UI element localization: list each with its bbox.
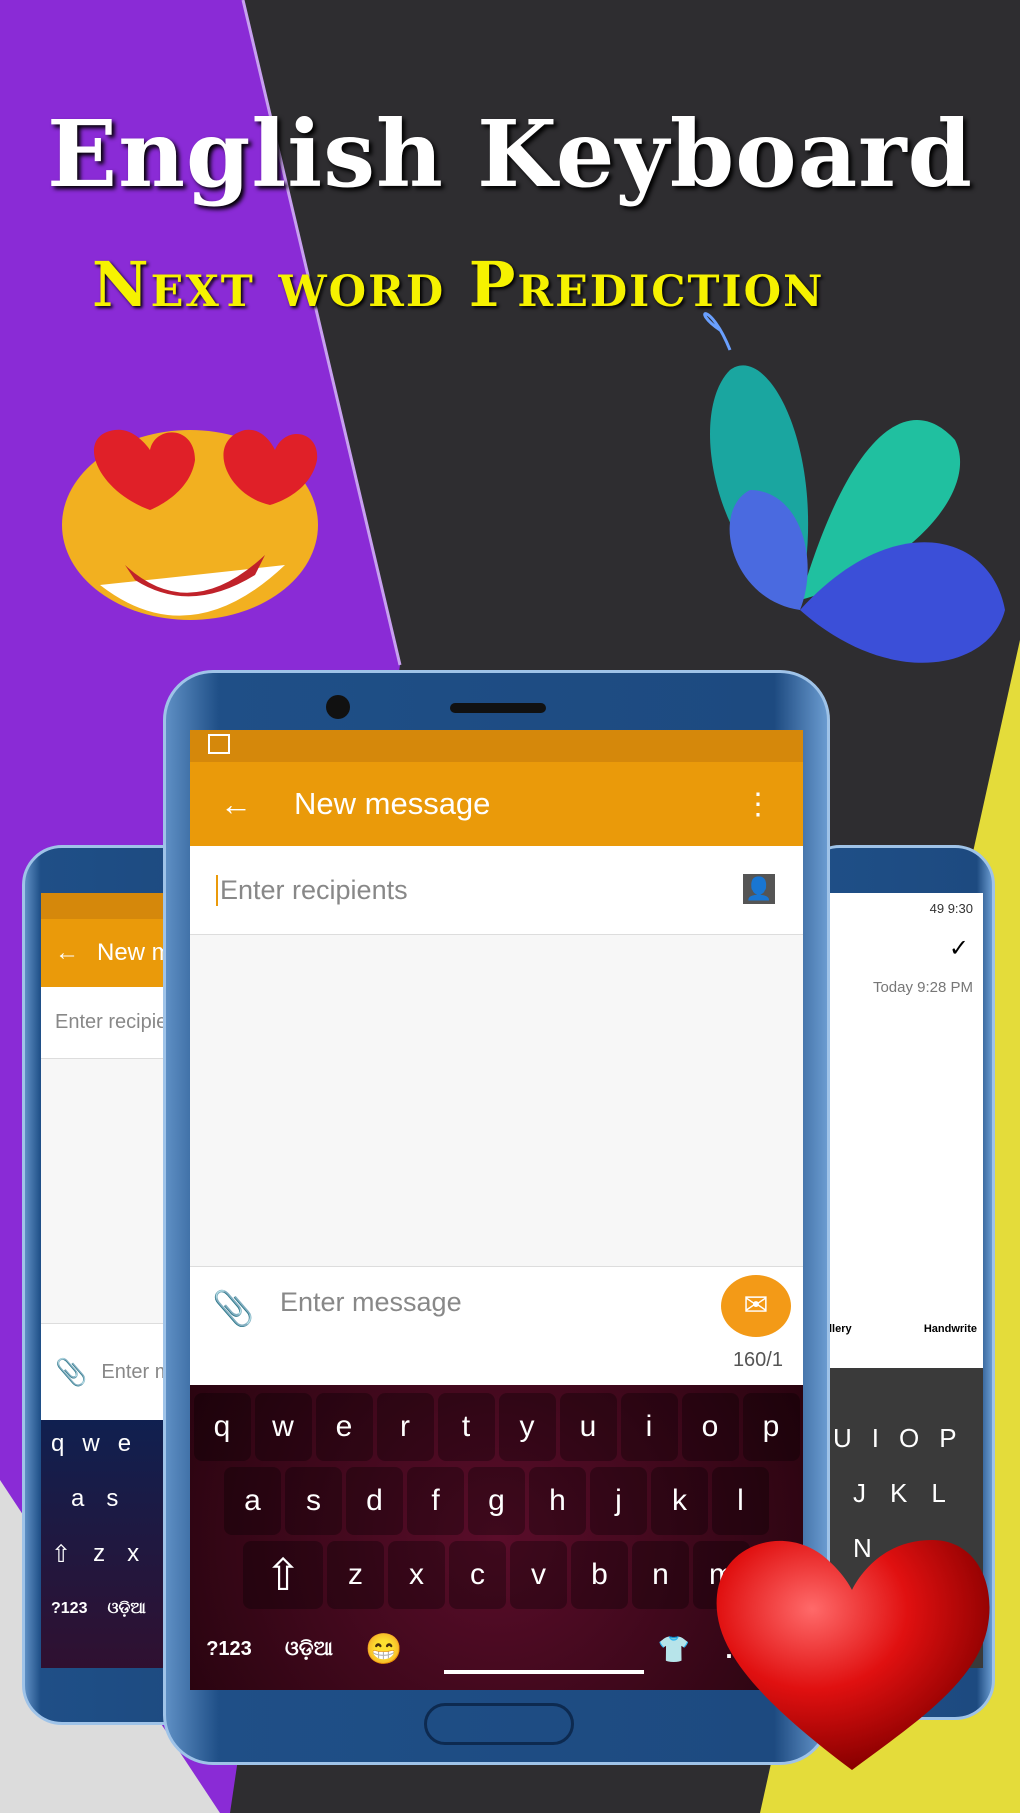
key-c[interactable]: c xyxy=(449,1541,506,1609)
key-d[interactable]: d xyxy=(346,1467,403,1535)
key-q[interactable]: q xyxy=(193,1393,251,1461)
message-field[interactable]: Enter m xyxy=(101,1361,171,1384)
key-r[interactable]: r xyxy=(376,1393,434,1461)
status-time: 9:30 xyxy=(947,901,973,916)
recipients-placeholder: Enter recipients xyxy=(216,874,408,906)
status-bar: 49 9:30 xyxy=(823,893,983,924)
key-j[interactable]: j xyxy=(590,1467,647,1535)
key-j[interactable]: J xyxy=(853,1478,866,1533)
key-e[interactable]: e xyxy=(118,1430,131,1485)
theme-icon[interactable]: 👕 xyxy=(644,1634,704,1665)
shift-key[interactable]: ⇧ xyxy=(243,1541,323,1609)
gallery-button[interactable]: llery xyxy=(829,1323,852,1335)
key-z[interactable]: z xyxy=(327,1541,384,1609)
checkmark-icon[interactable]: ✓ xyxy=(823,924,983,963)
more-options-icon[interactable]: ⋮ xyxy=(743,787,773,822)
key-a[interactable]: a xyxy=(71,1485,84,1540)
promo-title: English Keyboard xyxy=(47,100,973,208)
key-f[interactable]: f xyxy=(407,1467,464,1535)
key-e[interactable]: e xyxy=(315,1393,373,1461)
key-n[interactable]: n xyxy=(632,1541,689,1609)
key-t[interactable]: t xyxy=(437,1393,495,1461)
key-x[interactable]: x xyxy=(127,1540,139,1600)
back-arrow-icon[interactable]: ← xyxy=(220,786,252,823)
heart-eyes-emoji xyxy=(62,429,318,620)
recipients-field[interactable]: Enter recipients 👤 xyxy=(190,846,803,935)
key-l[interactable]: l xyxy=(712,1467,769,1535)
back-arrow-icon[interactable]: ← xyxy=(55,939,79,967)
battery-level: 49 xyxy=(929,901,945,916)
key-o[interactable]: O xyxy=(899,1423,919,1478)
message-field[interactable]: Enter message xyxy=(280,1287,462,1318)
key-x[interactable]: x xyxy=(388,1541,445,1609)
send-button[interactable]: ✉ xyxy=(721,1275,791,1337)
contact-icon[interactable]: 👤 xyxy=(743,874,775,904)
shift-icon[interactable]: ⇧ xyxy=(51,1540,71,1600)
key-h[interactable]: h xyxy=(529,1467,586,1535)
key-w[interactable]: w xyxy=(254,1393,312,1461)
key-i[interactable]: I xyxy=(872,1423,879,1478)
key-s[interactable]: s xyxy=(285,1467,342,1535)
timestamp: Today 9:28 PM xyxy=(872,979,973,996)
key-i[interactable]: i xyxy=(620,1393,678,1461)
home-button[interactable] xyxy=(424,1703,574,1745)
key-p[interactable]: P xyxy=(939,1423,956,1478)
key-o[interactable]: o xyxy=(681,1393,739,1461)
key-v[interactable]: v xyxy=(510,1541,567,1609)
language-key[interactable]: ଓଡ଼ିଆ xyxy=(264,1638,354,1661)
key-p[interactable]: p xyxy=(742,1393,800,1461)
key-z[interactable]: z xyxy=(93,1540,105,1600)
symbols-key[interactable]: ?123 xyxy=(51,1600,87,1618)
attach-icon[interactable]: 📎 xyxy=(212,1289,254,1329)
key-k[interactable]: k xyxy=(651,1467,708,1535)
key-a[interactable]: a xyxy=(224,1467,281,1535)
speaker xyxy=(450,703,546,713)
app-bar-title: New m xyxy=(97,939,172,966)
butterfly-image xyxy=(703,312,1005,663)
language-key[interactable]: ଓଡ଼ିଆ xyxy=(107,1600,145,1618)
attach-icon[interactable]: 📎 xyxy=(55,1357,87,1388)
handwrite-button[interactable]: Handwrite xyxy=(924,1323,977,1335)
key-b[interactable]: b xyxy=(571,1541,628,1609)
conversation-area xyxy=(190,935,803,1267)
app-bar-title: New message xyxy=(294,786,491,821)
key-l[interactable]: L xyxy=(931,1478,945,1533)
key-g[interactable]: g xyxy=(468,1467,525,1535)
key-k[interactable]: K xyxy=(890,1478,907,1533)
key-s[interactable]: s xyxy=(106,1485,118,1540)
character-counter: 160/1 xyxy=(732,1349,783,1371)
image-notification-icon xyxy=(208,734,230,754)
key-w[interactable]: w xyxy=(82,1430,99,1485)
key-q[interactable]: q xyxy=(51,1430,64,1485)
key-y[interactable]: y xyxy=(498,1393,556,1461)
key-u[interactable]: u xyxy=(559,1393,617,1461)
space-key[interactable] xyxy=(444,1624,644,1674)
key-u[interactable]: U xyxy=(833,1423,852,1478)
red-heart-image xyxy=(716,1540,990,1770)
shift-icon: ⇧ xyxy=(264,1550,302,1600)
emoji-key[interactable]: 😁 xyxy=(354,1632,414,1667)
symbols-key[interactable]: ?123 xyxy=(194,1638,264,1661)
camera xyxy=(326,695,350,719)
